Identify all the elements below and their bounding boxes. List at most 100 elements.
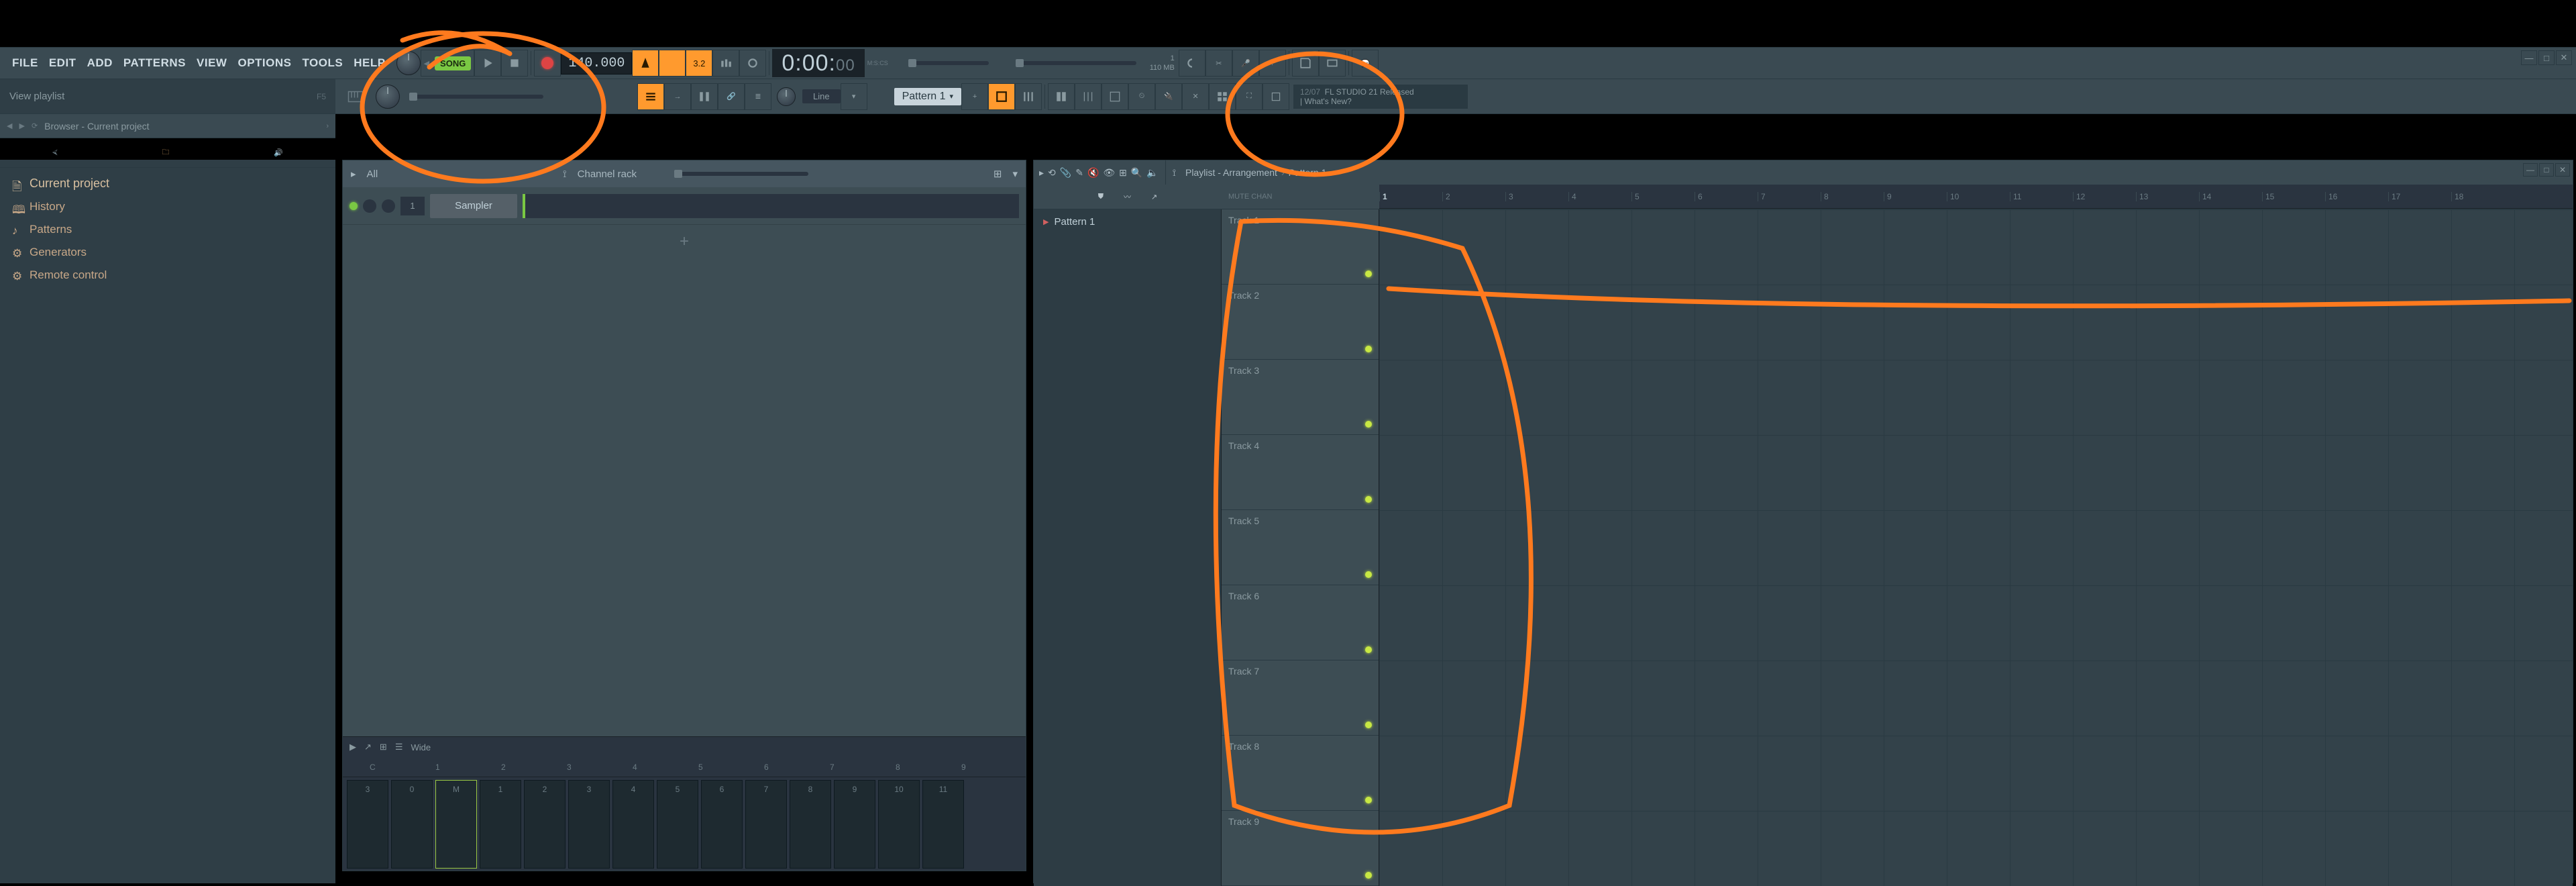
track-header[interactable]: Track 6 bbox=[1222, 585, 1379, 660]
pl-lock-icon[interactable]: 👁 bbox=[1103, 167, 1115, 179]
add-channel-button[interactable]: + bbox=[343, 225, 1026, 258]
fullscreen-button[interactable]: ⛶ bbox=[1236, 83, 1263, 110]
news-box[interactable]: 12/07 FL STUDIO 21 Released | What's New… bbox=[1293, 85, 1468, 109]
track-led[interactable] bbox=[1365, 496, 1372, 503]
mix-slot[interactable]: 4 bbox=[612, 780, 654, 869]
channel-name[interactable]: Sampler bbox=[430, 194, 517, 218]
pl-paint-icon[interactable]: ✎ bbox=[1075, 167, 1083, 179]
song-position-slider[interactable] bbox=[908, 61, 989, 65]
channel-number[interactable]: 1 bbox=[400, 197, 425, 215]
tree-root[interactable]: 🗎 Current project bbox=[0, 172, 335, 195]
channel-vol-knob[interactable] bbox=[382, 199, 395, 213]
mic-button[interactable]: 🎤 bbox=[1232, 50, 1259, 77]
menu-icon[interactable]: ▸ bbox=[351, 168, 356, 180]
menu-patterns[interactable]: PATTERNS bbox=[118, 56, 191, 70]
tree-remote[interactable]: ⚙Remote control bbox=[0, 264, 335, 287]
tempo-display[interactable]: 140.000 bbox=[561, 52, 632, 75]
snap-menu-button[interactable]: ▾ bbox=[841, 83, 867, 110]
pl-minimize-button[interactable]: — bbox=[2523, 163, 2538, 177]
folder-icon[interactable]: 🗀 bbox=[162, 146, 170, 159]
mix-slot[interactable]: 10 bbox=[878, 780, 920, 869]
pattern-item[interactable]: ▶ Pattern 1 bbox=[1034, 209, 1221, 234]
pr-view-icon[interactable]: ☰ bbox=[395, 742, 403, 752]
master-pitch-knob[interactable] bbox=[376, 85, 400, 109]
close-button[interactable]: ✕ bbox=[2556, 50, 2572, 65]
track-header[interactable]: Track 4 bbox=[1222, 435, 1379, 510]
mix-slot[interactable]: 9 bbox=[834, 780, 875, 869]
tempo-tap-button[interactable]: ⏲ bbox=[1128, 83, 1155, 110]
view-channelrack-button[interactable] bbox=[691, 83, 718, 110]
track-header[interactable]: Track 8 bbox=[1222, 736, 1379, 811]
close-windows-button[interactable]: ✕ bbox=[1182, 83, 1209, 110]
track-header[interactable]: Track 2 bbox=[1222, 285, 1379, 360]
save-button[interactable] bbox=[1292, 50, 1319, 77]
menu-edit[interactable]: EDIT bbox=[44, 56, 82, 70]
step-grid-icon[interactable]: ⊞ bbox=[994, 168, 1002, 180]
mix-slot[interactable]: 1 bbox=[480, 780, 521, 869]
track-header[interactable]: Track 7 bbox=[1222, 660, 1379, 736]
loop-rec-button[interactable] bbox=[739, 50, 766, 77]
menu-file[interactable]: FILE bbox=[7, 56, 44, 70]
tree-history[interactable]: 🕮History bbox=[0, 195, 335, 218]
sound-icon[interactable]: 🔊 bbox=[274, 148, 283, 157]
track-led[interactable] bbox=[1365, 797, 1372, 803]
plugin-mixer-button[interactable] bbox=[1075, 83, 1102, 110]
menu-add[interactable]: ADD bbox=[82, 56, 118, 70]
mix-slot[interactable]: 0 bbox=[391, 780, 433, 869]
tree-generators[interactable]: ⚙Generators bbox=[0, 241, 335, 264]
mix-slot[interactable]: 3 bbox=[568, 780, 610, 869]
arrange-windows-button[interactable] bbox=[1209, 83, 1236, 110]
mix-slot[interactable]: 3 bbox=[347, 780, 388, 869]
automation-icon[interactable]: ↗ bbox=[1151, 193, 1157, 201]
snap-selector[interactable]: Line bbox=[802, 89, 841, 103]
marker-icon[interactable]: ⛊ bbox=[1098, 193, 1104, 201]
link-button[interactable]: 🔗 bbox=[718, 83, 745, 110]
channel-pan-knob[interactable] bbox=[363, 199, 376, 213]
pr-snap-icon[interactable]: ⊞ bbox=[380, 742, 387, 752]
refresh-icon[interactable]: ⟳ bbox=[32, 121, 38, 130]
track-led[interactable] bbox=[1365, 346, 1372, 352]
swing-knob[interactable] bbox=[777, 87, 796, 106]
stop-button[interactable] bbox=[501, 50, 528, 77]
pl-mute-icon[interactable]: 🔇 bbox=[1087, 167, 1099, 179]
track-led[interactable] bbox=[1365, 872, 1372, 879]
step-rec-button[interactable]: 3.2 bbox=[686, 50, 712, 77]
pattern-view-button[interactable] bbox=[988, 83, 1015, 110]
chan-knob-icon[interactable]: ⟟ bbox=[563, 168, 567, 180]
pl-menu-icon[interactable]: ▸ bbox=[1039, 167, 1044, 179]
plugin-browser-button[interactable] bbox=[1102, 83, 1128, 110]
pl-maximize-button[interactable]: □ bbox=[2539, 163, 2554, 177]
mode-button[interactable]: ≣ bbox=[745, 83, 771, 110]
pl-sync-icon[interactable]: ⟲ bbox=[1048, 167, 1056, 179]
chan-swing-slider[interactable] bbox=[674, 172, 808, 176]
track-led[interactable] bbox=[1365, 722, 1372, 728]
undo-history-button[interactable] bbox=[1179, 50, 1205, 77]
track-led[interactable] bbox=[1365, 646, 1372, 653]
pl-sound-icon[interactable]: 🔈 bbox=[1146, 167, 1158, 179]
step-sequencer[interactable] bbox=[523, 194, 1019, 218]
mix-slot[interactable]: 8 bbox=[790, 780, 831, 869]
pl-close-button[interactable]: ✕ bbox=[2555, 163, 2570, 177]
wait-input-button[interactable] bbox=[659, 50, 686, 77]
render-button[interactable] bbox=[1319, 50, 1346, 77]
maximize-button[interactable]: □ bbox=[2538, 50, 2555, 65]
tree-patterns[interactable]: ♪Patterns bbox=[0, 218, 335, 241]
record-button[interactable] bbox=[534, 50, 561, 77]
chevron-down-icon[interactable]: ▾ bbox=[1012, 168, 1018, 180]
mix-slot[interactable]: 2 bbox=[524, 780, 566, 869]
menu-view[interactable]: VIEW bbox=[191, 56, 232, 70]
pl-zoom-icon[interactable]: 🔍 bbox=[1131, 167, 1142, 179]
blend-button[interactable] bbox=[712, 50, 739, 77]
pattern-selector[interactable]: Pattern 1▾ bbox=[894, 88, 961, 105]
help-button[interactable]: ? bbox=[1259, 50, 1286, 77]
main-volume-knob[interactable] bbox=[396, 51, 421, 75]
playlist-crumb[interactable]: Pattern 1 bbox=[1289, 167, 1327, 178]
menu-options[interactable]: OPTIONS bbox=[232, 56, 297, 70]
pat-song-toggle[interactable]: ◀ SONG bbox=[421, 50, 475, 77]
bar-ruler[interactable]: 123456789101112131415161718 bbox=[1379, 185, 2573, 209]
track-led[interactable] bbox=[1365, 571, 1372, 578]
track-header[interactable]: Track 9 bbox=[1222, 811, 1379, 886]
menu-tools[interactable]: TOOLS bbox=[297, 56, 348, 70]
filter-label[interactable]: All bbox=[367, 168, 378, 180]
time-display[interactable]: 0:00:00 bbox=[772, 49, 864, 77]
